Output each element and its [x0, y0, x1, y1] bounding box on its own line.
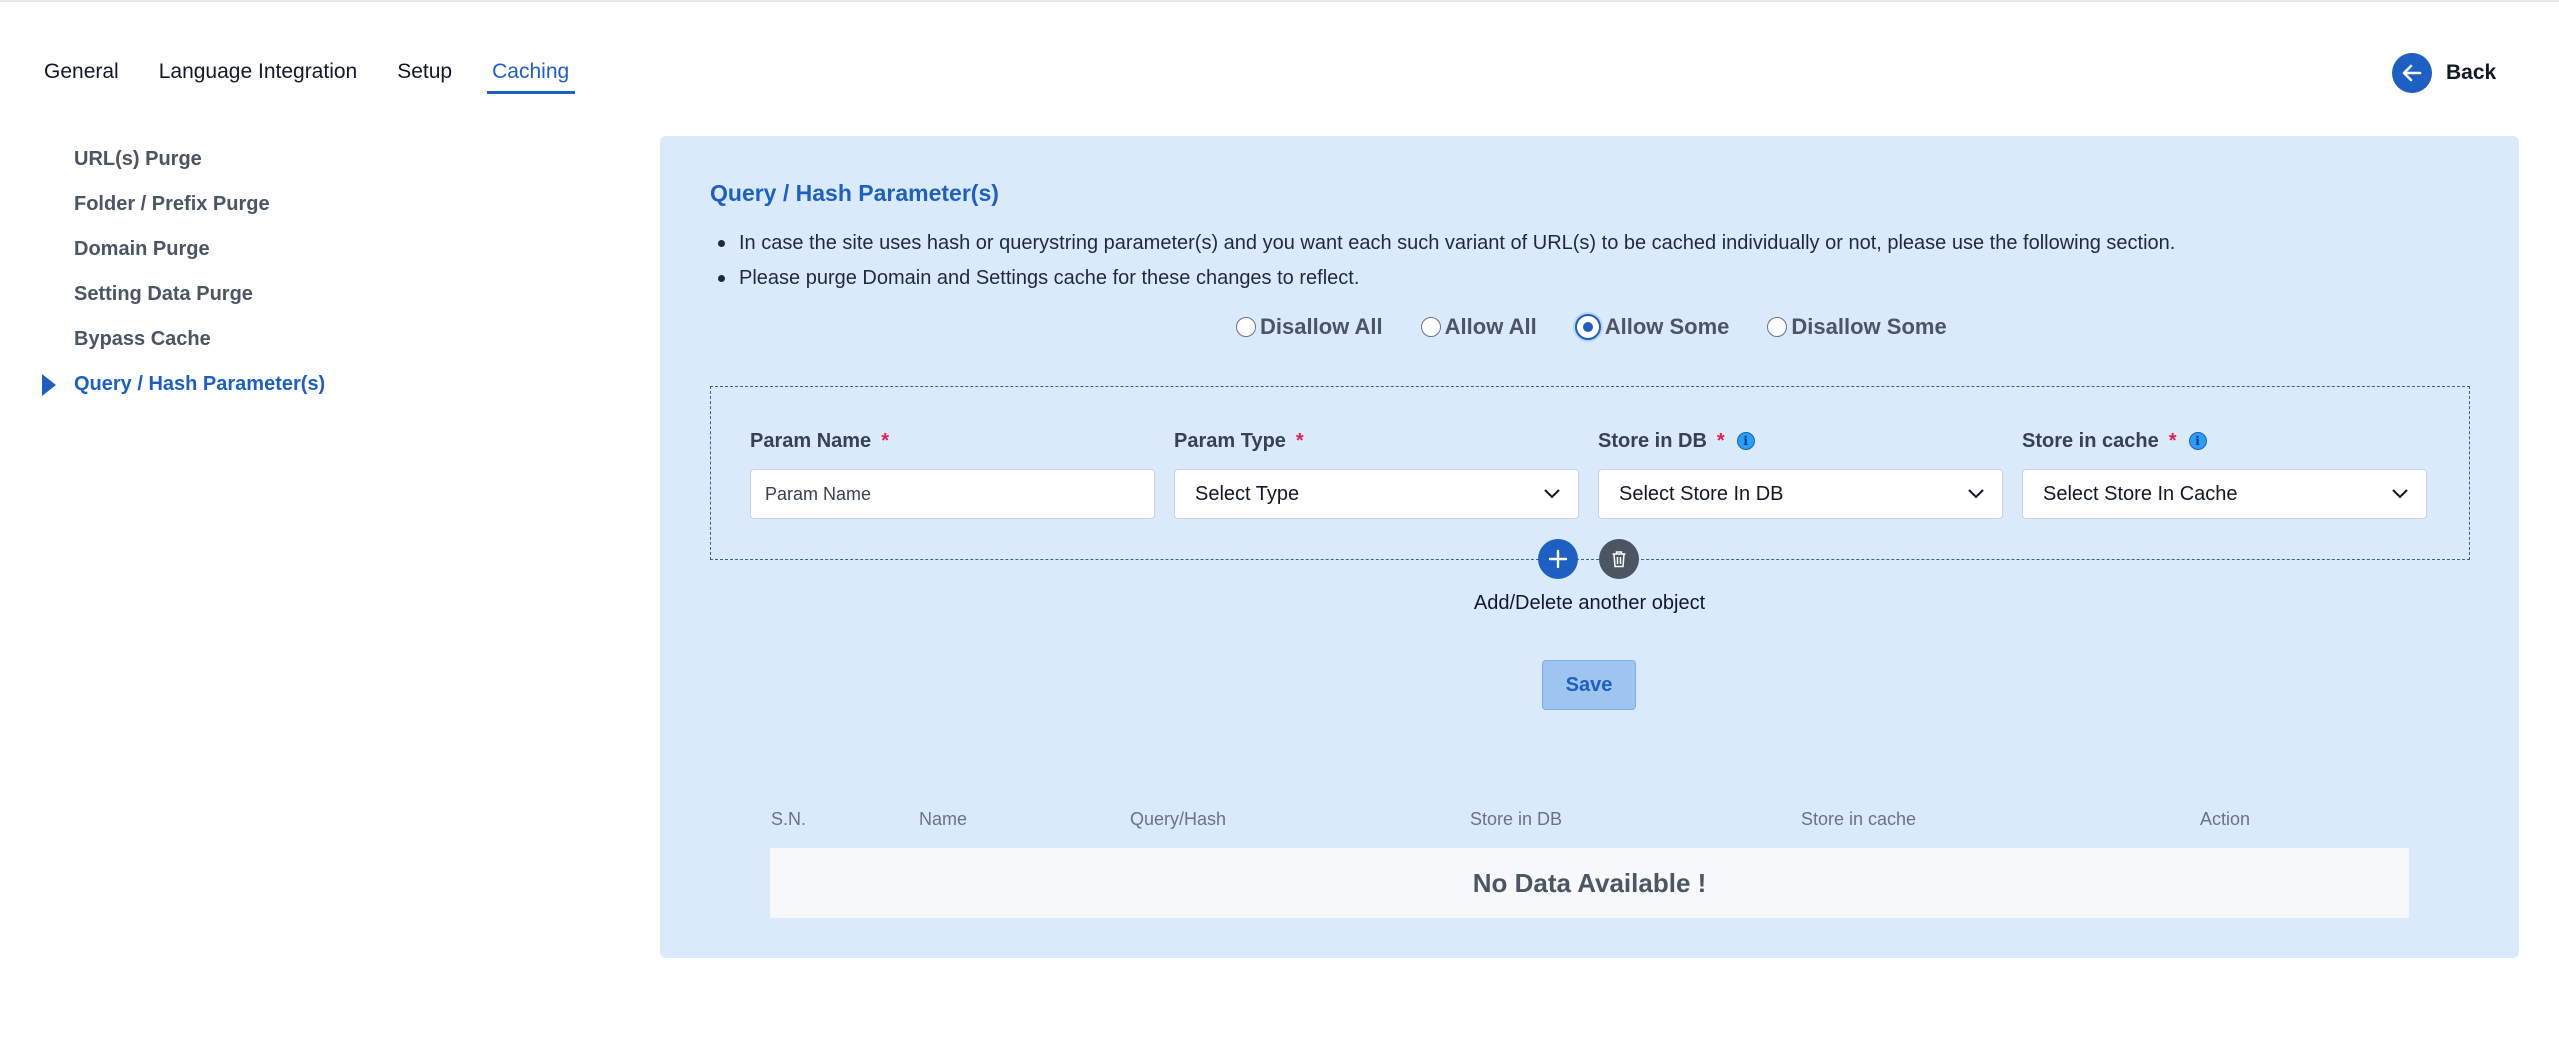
radio-circle[interactable]	[1420, 317, 1441, 337]
table-header-sn: S.N.	[771, 809, 807, 829]
param-type-label: Param Type *	[1174, 429, 1579, 453]
radio-allow-some[interactable]: Allow Some	[1574, 314, 1730, 340]
param-object-box: Param Name * Param Type * Select Type St…	[710, 386, 2470, 560]
store-cache-label: Store in cache * i	[2022, 429, 2427, 453]
radio-allow-all[interactable]: Allow All	[1420, 314, 1537, 340]
required-asterisk: *	[2168, 429, 2177, 452]
panel-title: Query / Hash Parameter(s)	[710, 180, 999, 206]
sidebar-item-setting-data-purge[interactable]: Setting Data Purge	[40, 272, 325, 317]
empty-table-message: No Data Available !	[770, 848, 2409, 918]
store-db-label: Store in DB * i	[1598, 429, 2003, 453]
top-border	[0, 0, 2559, 2]
sidebar-item-label: Domain Purge	[74, 238, 210, 260]
radio-disallow-all[interactable]: Disallow All	[1236, 314, 1383, 340]
table-header-query-hash: Query/Hash	[1130, 809, 1227, 829]
info-icon[interactable]: i	[1736, 432, 1755, 450]
required-asterisk: *	[1295, 429, 1304, 452]
back-label: Back	[2446, 61, 2497, 84]
sidebar-item-folder-prefix-purge[interactable]: Folder / Prefix Purge	[40, 182, 325, 227]
param-name-field-wrap	[750, 469, 1155, 519]
chevron-down-icon	[1544, 489, 1560, 499]
select-value: Select Type	[1195, 482, 1300, 505]
sidebar-item-label: URL(s) Purge	[74, 148, 202, 170]
param-type-group: Param Type * Select Type	[1174, 429, 1579, 519]
param-name-group: Param Name *	[750, 429, 1155, 519]
table-header-action: Action	[2200, 809, 2251, 829]
radio-label: Allow All	[1444, 314, 1537, 339]
sidebar-item-label: Folder / Prefix Purge	[74, 193, 270, 215]
info-bullets: In case the site uses hash or querystrin…	[718, 226, 2175, 296]
radio-label: Allow Some	[1604, 314, 1730, 339]
radio-circle[interactable]	[1236, 317, 1256, 337]
info-bullet: Please purge Domain and Settings cache f…	[718, 261, 2175, 296]
store-db-group: Store in DB * i Select Store In DB	[1598, 429, 2003, 519]
delete-object-button[interactable]	[1599, 539, 1639, 579]
select-value: Select Store In DB	[1619, 482, 1784, 505]
mode-radio-group: Disallow All Allow All Allow Some Disall…	[1236, 314, 1985, 340]
query-hash-panel: Query / Hash Parameter(s) In case the si…	[660, 136, 2519, 958]
required-asterisk: *	[1716, 429, 1725, 452]
save-button[interactable]: Save	[1542, 660, 1636, 710]
table-header-name: Name	[919, 809, 968, 829]
plus-icon	[1548, 549, 1568, 569]
required-asterisk: *	[881, 429, 889, 452]
add-object-button[interactable]	[1538, 539, 1578, 579]
table-header-store-cache: Store in cache	[1801, 809, 1917, 829]
chevron-down-icon	[2392, 489, 2408, 499]
param-name-label: Param Name *	[750, 429, 1155, 453]
select-value: Select Store In Cache	[2043, 482, 2238, 505]
tab-caching[interactable]: Caching	[487, 58, 576, 94]
info-icon[interactable]: i	[2188, 432, 2207, 450]
sidebar-item-label: Setting Data Purge	[74, 283, 253, 305]
sidebar: URL(s) Purge Folder / Prefix Purge Domai…	[40, 137, 325, 407]
radio-circle[interactable]	[1767, 317, 1788, 337]
table-header-store-db: Store in DB	[1470, 809, 1563, 829]
store-db-select[interactable]: Select Store In DB	[1598, 469, 2003, 519]
sidebar-item-label: Query / Hash Parameter(s)	[74, 373, 326, 395]
tab-general[interactable]: General	[44, 58, 125, 94]
label-text: Store in cache	[2022, 429, 2159, 452]
sidebar-item-label: Bypass Cache	[74, 328, 211, 350]
label-text: Param Type	[1174, 429, 1286, 452]
sidebar-item-bypass-cache[interactable]: Bypass Cache	[40, 317, 325, 362]
param-type-select[interactable]: Select Type	[1174, 469, 1579, 519]
radio-label: Disallow All	[1260, 314, 1383, 339]
tab-setup[interactable]: Setup	[397, 58, 458, 94]
label-text: Param Name	[750, 429, 872, 452]
chevron-down-icon	[1968, 489, 1984, 499]
store-cache-select[interactable]: Select Store In Cache	[2022, 469, 2427, 519]
info-bullet: In case the site uses hash or querystrin…	[718, 226, 2175, 261]
arrow-left-icon	[2392, 53, 2432, 93]
radio-label: Disallow Some	[1791, 314, 1947, 339]
tab-language-integration[interactable]: Language Integration	[159, 58, 364, 94]
param-name-input[interactable]	[765, 483, 1154, 505]
sidebar-item-domain-purge[interactable]: Domain Purge	[40, 227, 325, 272]
top-tabs: General Language Integration Setup Cachi…	[44, 58, 609, 94]
back-button[interactable]: Back	[2392, 53, 2496, 93]
sidebar-item-url-purge[interactable]: URL(s) Purge	[40, 137, 325, 182]
store-cache-group: Store in cache * i Select Store In Cache	[2022, 429, 2427, 519]
label-text: Store in DB	[1598, 429, 1707, 452]
radio-disallow-some[interactable]: Disallow Some	[1767, 314, 1947, 340]
add-delete-label: Add/Delete another object	[1473, 592, 1706, 614]
caret-right-icon	[42, 374, 56, 396]
radio-circle-checked[interactable]	[1574, 314, 1601, 340]
sidebar-item-query-hash-parameters[interactable]: Query / Hash Parameter(s)	[40, 362, 325, 407]
trash-icon	[1612, 551, 1626, 568]
